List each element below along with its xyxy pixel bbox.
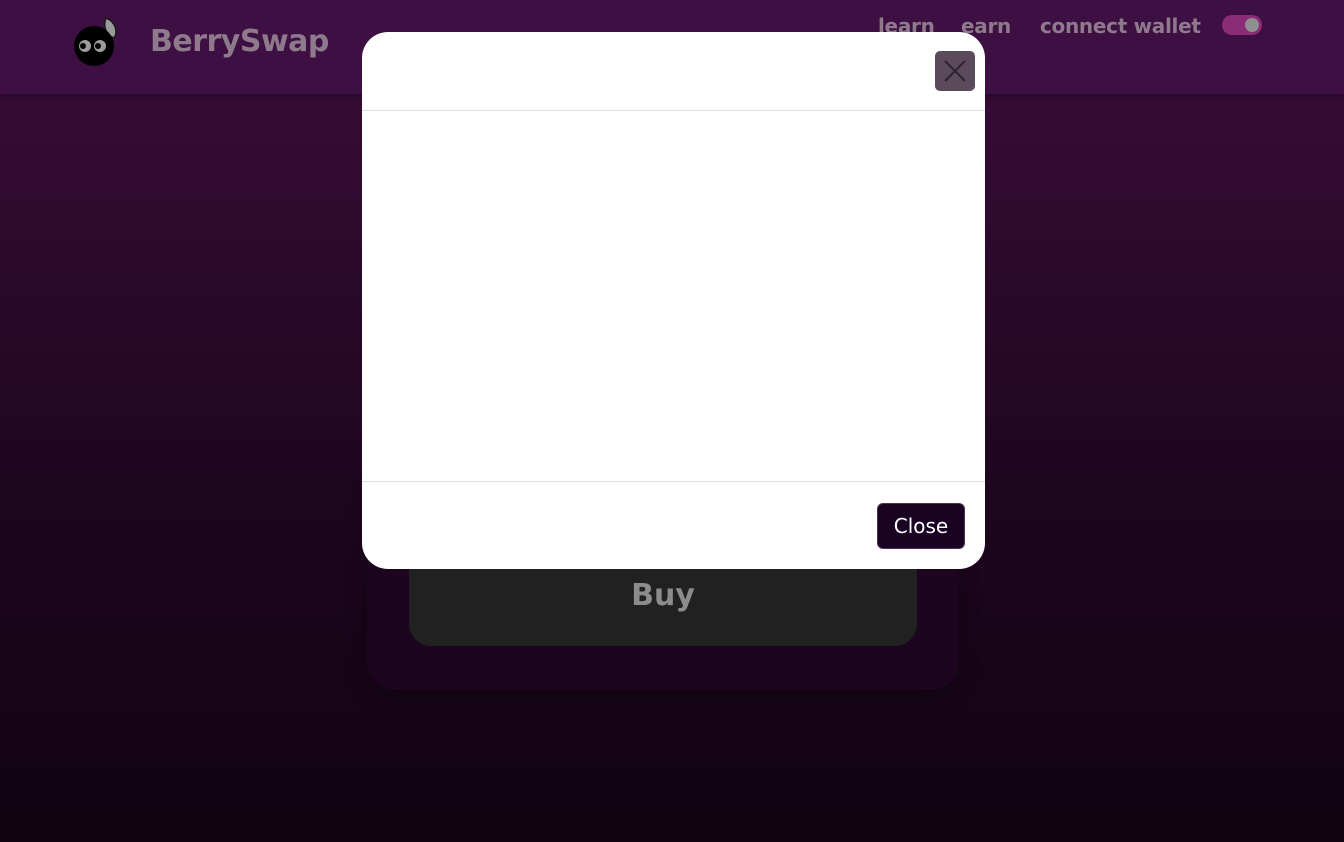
close-button[interactable]: Close [877, 503, 965, 549]
modal-footer: Close [362, 481, 985, 569]
close-icon[interactable] [935, 51, 975, 91]
modal-body [362, 111, 985, 481]
modal-header [362, 32, 985, 111]
modal-dialog: Close [362, 32, 985, 569]
